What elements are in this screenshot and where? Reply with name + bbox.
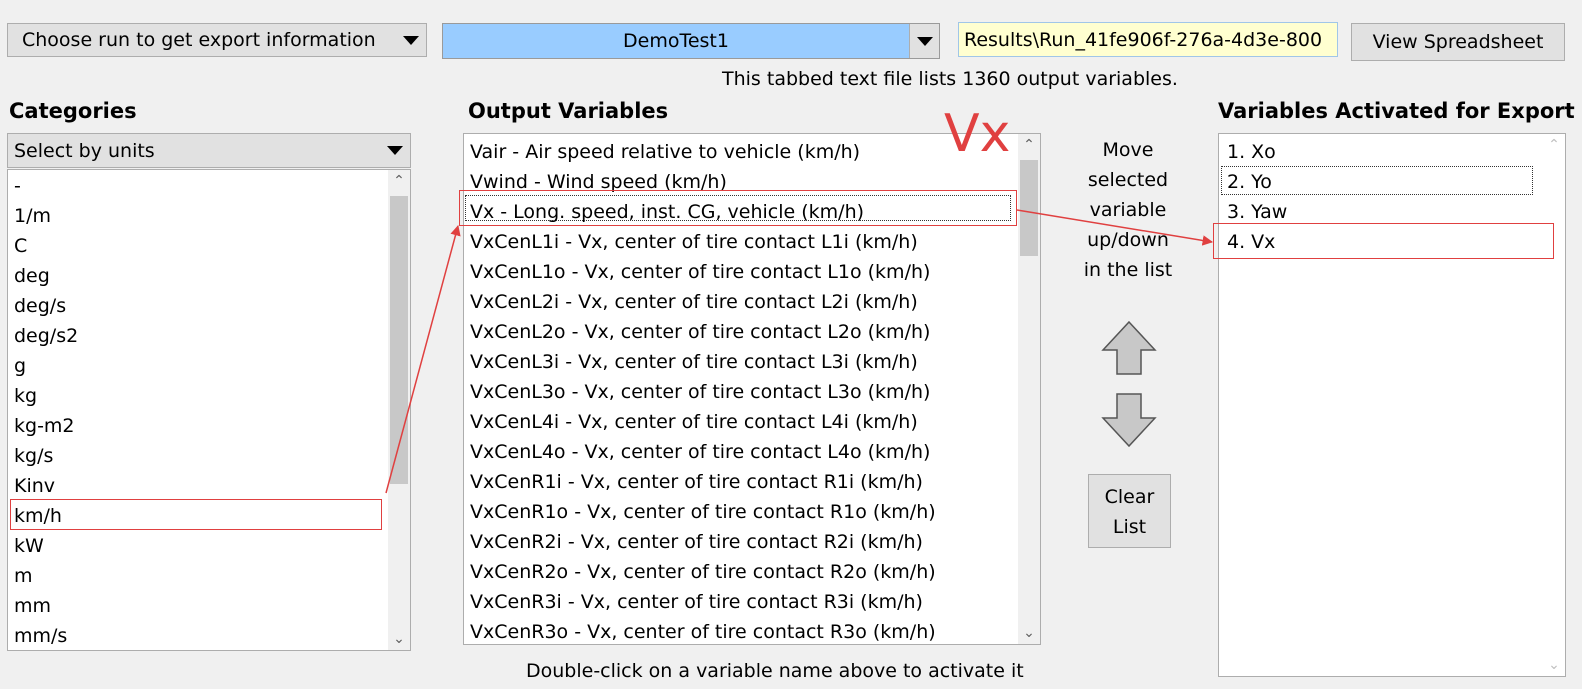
run-select-combo[interactable]: Choose run to get export information [7, 23, 427, 57]
variables-scrollbar[interactable]: ⌃ ⌄ [1018, 134, 1040, 644]
variable-item[interactable]: VxCenL1o - Vx, center of tire contact L1… [470, 257, 930, 287]
export-item-focus [1221, 166, 1533, 195]
category-item[interactable]: mm [14, 591, 51, 621]
chevron-down-icon[interactable] [380, 134, 410, 167]
selected-run-value: DemoTest1 [623, 30, 729, 52]
variable-item[interactable]: VxCenL4i - Vx, center of tire contact L4… [470, 407, 918, 437]
variable-item[interactable]: Vair - Air speed relative to vehicle (km… [470, 137, 860, 167]
move-instructions: Move selected variable up/down in the li… [1070, 135, 1186, 285]
variable-item[interactable]: VxCenL2o - Vx, center of tire contact L2… [470, 317, 930, 347]
category-item[interactable]: 1/m [14, 201, 51, 231]
clear-list-button[interactable]: Clear List [1088, 474, 1171, 548]
category-item[interactable]: kg/s [14, 441, 53, 471]
activate-hint: Double-click on a variable name above to… [526, 660, 1024, 682]
move-line: in the list [1083, 259, 1173, 281]
output-count-info: This tabbed text file lists 1360 output … [722, 68, 1178, 90]
variable-item[interactable]: VxCenL4o - Vx, center of tire contact L4… [470, 437, 930, 467]
export-variables-list[interactable]: 1. Xo 2. Yo 3. Yaw 4. Vx ⌃ ⌄ [1218, 133, 1566, 677]
export-scrollbar[interactable]: ⌃ ⌄ [1543, 134, 1565, 676]
category-item[interactable]: deg/s2 [14, 321, 78, 351]
category-filter-value: Select by units [14, 139, 155, 162]
category-item[interactable]: Kinv [14, 471, 55, 501]
clear-label-line: List [1112, 516, 1147, 538]
run-select-label: Choose run to get export information [22, 29, 376, 51]
scroll-up-icon[interactable]: ⌃ [1018, 134, 1040, 156]
export-variables-heading: Variables Activated for Export [1218, 99, 1575, 123]
selected-variable-focus [465, 195, 1011, 221]
variable-item[interactable]: VxCenR3i - Vx, center of tire contact R3… [470, 587, 923, 617]
variable-item[interactable]: VxCenR1i - Vx, center of tire contact R1… [470, 467, 923, 497]
move-line: Move [1102, 139, 1154, 161]
category-item[interactable]: g [14, 351, 26, 381]
category-item[interactable]: m [14, 561, 33, 591]
vx-annotation: Vx [944, 104, 1011, 164]
results-path-field[interactable]: Results\Run_41fe906f-276a-4d3e-800 [958, 22, 1338, 57]
category-item[interactable]: C [14, 231, 27, 261]
categories-heading: Categories [9, 99, 137, 123]
category-item[interactable]: kg [14, 381, 37, 411]
variable-item[interactable]: VxCenR2i - Vx, center of tire contact R2… [470, 527, 923, 557]
categories-list[interactable]: - 1/m C deg deg/s deg/s2 g kg kg-m2 kg/s… [7, 169, 411, 651]
scroll-down-icon[interactable]: ⌄ [1018, 622, 1040, 644]
move-line: selected [1087, 169, 1169, 191]
variable-item[interactable]: VxCenL2i - Vx, center of tire contact L2… [470, 287, 918, 317]
scroll-down-icon[interactable]: ⌄ [388, 628, 410, 650]
category-item[interactable]: kg-m2 [14, 411, 75, 441]
arrow-down-icon[interactable] [1101, 392, 1157, 448]
category-filter-combo[interactable]: Select by units [7, 133, 411, 168]
arrow-up-icon[interactable] [1101, 320, 1157, 376]
new-export-item-highlight [1213, 223, 1554, 259]
chevron-down-icon[interactable] [396, 24, 426, 56]
clear-label-line: Clear [1104, 486, 1155, 508]
export-item[interactable]: 1. Xo [1227, 137, 1276, 167]
variable-item[interactable]: VxCenR2o - Vx, center of tire contact R2… [470, 557, 936, 587]
variable-item[interactable]: VxCenL3i - Vx, center of tire contact L3… [470, 347, 918, 377]
move-line: up/down [1087, 229, 1169, 251]
chevron-down-icon[interactable] [909, 24, 939, 58]
scroll-thumb[interactable] [390, 196, 408, 484]
scroll-up-icon[interactable]: ⌃ [1543, 134, 1565, 156]
category-item[interactable]: deg/s [14, 291, 66, 321]
selected-run-combo[interactable]: DemoTest1 [442, 23, 940, 59]
category-item[interactable]: - [14, 171, 21, 201]
variable-item[interactable]: VxCenR1o - Vx, center of tire contact R1… [470, 497, 936, 527]
categories-scrollbar[interactable]: ⌃ ⌄ [388, 170, 410, 650]
category-item[interactable]: mm/s [14, 621, 67, 650]
variable-item[interactable]: VxCenR3o - Vx, center of tire contact R3… [470, 617, 936, 644]
category-item[interactable]: kW [14, 531, 44, 561]
view-spreadsheet-button[interactable]: View Spreadsheet [1351, 23, 1565, 61]
move-line: variable [1089, 199, 1167, 221]
variable-item[interactable]: VxCenL1i - Vx, center of tire contact L1… [470, 227, 918, 257]
output-variables-heading: Output Variables [468, 99, 669, 123]
scroll-up-icon[interactable]: ⌃ [388, 170, 410, 192]
variable-item[interactable]: VxCenL3o - Vx, center of tire contact L3… [470, 377, 930, 407]
category-item[interactable]: deg [14, 261, 50, 291]
scroll-thumb[interactable] [1020, 160, 1038, 256]
scroll-down-icon[interactable]: ⌄ [1543, 654, 1565, 676]
selected-category-highlight [10, 499, 382, 530]
